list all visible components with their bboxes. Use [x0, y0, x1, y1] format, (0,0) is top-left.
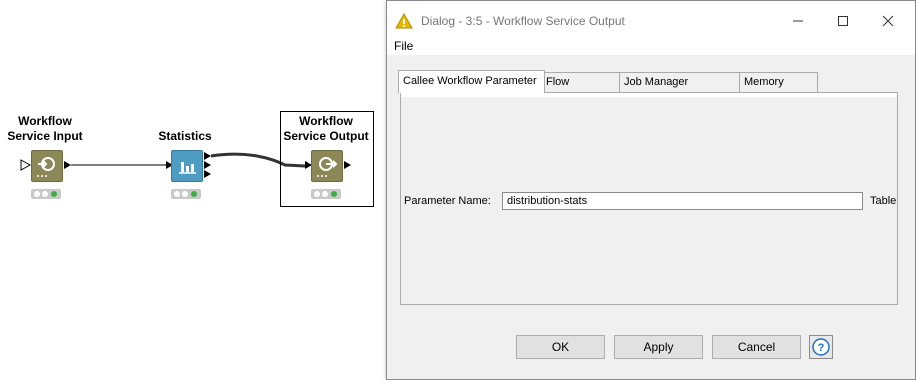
node-title-workflow-service-output: Workflow Service Output	[281, 114, 371, 144]
node-title-statistics: Statistics	[145, 129, 225, 144]
maximize-icon	[838, 16, 848, 26]
node-status-indicator	[311, 189, 341, 199]
workflow-canvas[interactable]: Workflow Service Input Statistics Workfl…	[0, 0, 386, 380]
panel-top-strip	[401, 93, 897, 97]
tab-memory-policy[interactable]: Memory Policy	[739, 72, 818, 107]
warning-icon	[395, 13, 413, 29]
node-title-line: Statistics	[158, 129, 212, 143]
parameter-name-label: Parameter Name:	[404, 195, 491, 207]
apply-button[interactable]: Apply	[614, 335, 703, 359]
output-port-icon[interactable]	[204, 152, 211, 160]
cancel-button[interactable]: Cancel	[712, 335, 801, 359]
node-title-line: Workflow	[299, 114, 353, 128]
table-label: Table	[870, 195, 897, 207]
help-glyph: ?	[818, 342, 825, 354]
help-icon: ?	[812, 338, 830, 356]
dialog-menubar: File	[387, 39, 915, 55]
parameter-name-input[interactable]	[502, 192, 863, 210]
minimize-icon	[793, 20, 803, 22]
help-button[interactable]: ?	[809, 335, 833, 359]
workflow-service-output-dialog: Dialog - 3:5 - Workflow Service Output F…	[386, 0, 916, 380]
minimize-button[interactable]	[788, 11, 808, 31]
menu-file[interactable]: File	[394, 39, 413, 53]
dialog-titlebar[interactable]: Dialog - 3:5 - Workflow Service Output	[387, 1, 915, 39]
tab-callee-workflow-parameter[interactable]: Callee Workflow Parameter	[398, 70, 545, 93]
output-port-icon[interactable]	[204, 170, 211, 178]
workflow-output-icon	[317, 157, 338, 177]
output-port-icon[interactable]	[344, 161, 351, 169]
node-title-line: Service Output	[283, 129, 369, 143]
statistics-icon	[179, 162, 196, 174]
statistics-node[interactable]	[171, 150, 203, 182]
tab-flow-variables[interactable]: Flow Variables	[541, 72, 621, 107]
node-status-indicator	[171, 189, 201, 199]
close-icon	[882, 15, 894, 27]
tab-job-manager-selection[interactable]: Job Manager Selection	[619, 72, 741, 107]
maximize-button[interactable]	[833, 11, 853, 31]
dialog-title: Dialog - 3:5 - Workflow Service Output	[421, 14, 625, 28]
output-port-icon[interactable]	[204, 161, 211, 169]
close-button[interactable]	[878, 11, 898, 31]
workflow-output-node[interactable]	[311, 150, 343, 182]
ok-button[interactable]: OK	[516, 335, 605, 359]
